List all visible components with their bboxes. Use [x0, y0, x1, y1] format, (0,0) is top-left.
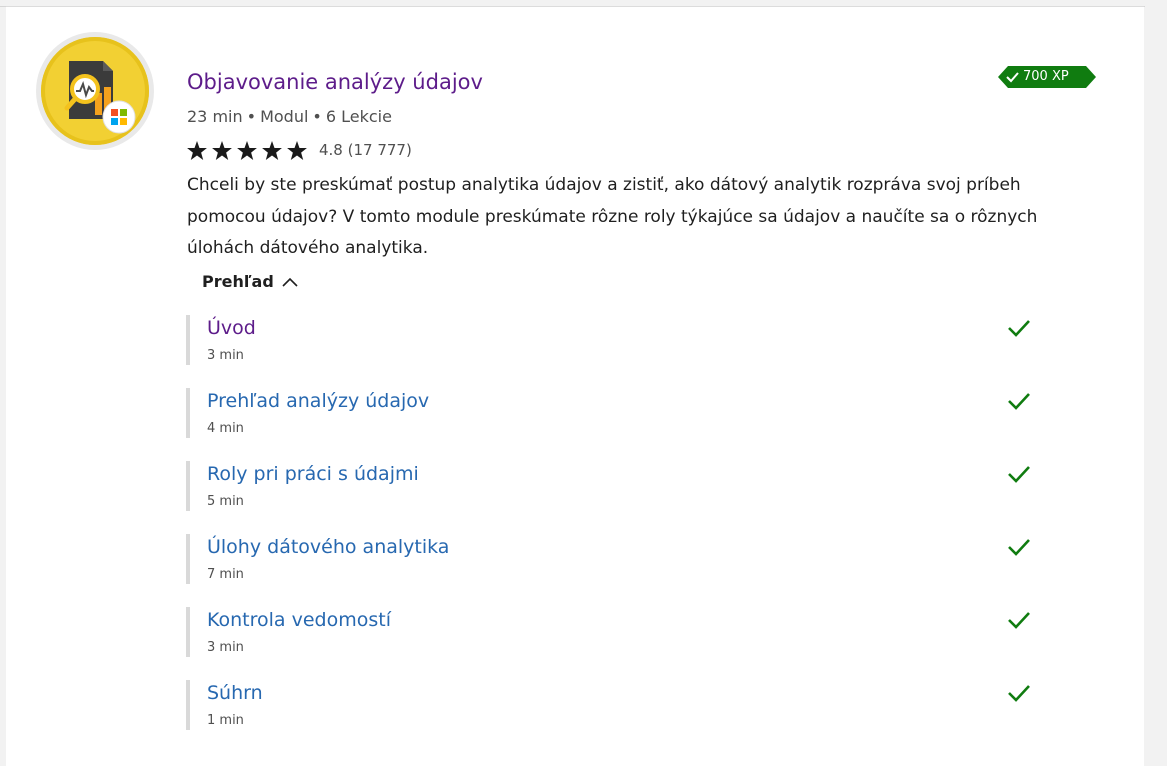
unit-link[interactable]: Súhrn [207, 682, 263, 704]
check-icon [1008, 612, 1030, 629]
separator-dot: • [312, 107, 322, 126]
rating-count: (17 777) [347, 141, 412, 159]
xp-badge: 700 XP [998, 66, 1096, 88]
data-analysis-icon [64, 61, 136, 134]
module-badge-icon [41, 37, 149, 145]
module-lessons: 6 Lekcie [325, 107, 392, 126]
overview-toggle[interactable]: Prehľad [202, 272, 298, 291]
unit-item: Úvod 3 min [186, 315, 1046, 365]
page-scrollbar-track[interactable] [1145, 0, 1167, 755]
unit-link[interactable]: Úlohy dátového analytika [207, 536, 449, 558]
module-duration: 23 min [187, 107, 243, 126]
separator-dot: • [246, 107, 257, 126]
xp-label: 700 XP [1023, 69, 1069, 84]
unit-duration: 5 min [207, 494, 244, 509]
check-icon [1008, 320, 1030, 337]
chevron-up-icon [282, 277, 298, 287]
check-icon [1008, 685, 1030, 702]
star-icon [237, 140, 257, 160]
module-type: Modul [260, 107, 309, 126]
module-meta: 23 min • Modul • 6 Lekcie [187, 107, 392, 126]
unit-item: Kontrola vedomostí 3 min [186, 607, 1046, 657]
rating[interactable]: 4.8 (17 777) [187, 139, 412, 161]
overview-label: Prehľad [202, 272, 274, 291]
rating-value: 4.8 [319, 141, 343, 159]
unit-link[interactable]: Prehľad analýzy údajov [207, 390, 429, 412]
star-icon [287, 140, 307, 160]
unit-duration: 4 min [207, 421, 244, 436]
unit-list: Úvod 3 min Prehľad analýzy údajov 4 min … [186, 315, 1046, 753]
unit-item: Prehľad analýzy údajov 4 min [186, 388, 1046, 438]
unit-item: Úlohy dátového analytika 7 min [186, 534, 1046, 584]
star-icon [262, 140, 282, 160]
unit-link[interactable]: Úvod [207, 317, 256, 339]
unit-duration: 1 min [207, 713, 244, 728]
star-icon [212, 140, 232, 160]
unit-link[interactable]: Kontrola vedomostí [207, 609, 391, 631]
unit-item: Súhrn 1 min [186, 680, 1046, 730]
module-title[interactable]: Objavovanie analýzy údajov [187, 70, 483, 94]
unit-link[interactable]: Roly pri práci s údajmi [207, 463, 419, 485]
module-badge [36, 32, 154, 150]
check-icon [1008, 539, 1030, 556]
check-icon [1008, 466, 1030, 483]
unit-duration: 3 min [207, 640, 244, 655]
unit-duration: 7 min [207, 567, 244, 582]
rating-text: 4.8 (17 777) [319, 141, 412, 159]
star-icon [187, 140, 207, 160]
unit-item: Roly pri práci s údajmi 5 min [186, 461, 1046, 511]
module-description: Chceli by ste preskúmať postup analytika… [187, 175, 1038, 258]
check-icon [1008, 393, 1030, 410]
unit-duration: 3 min [207, 348, 244, 363]
